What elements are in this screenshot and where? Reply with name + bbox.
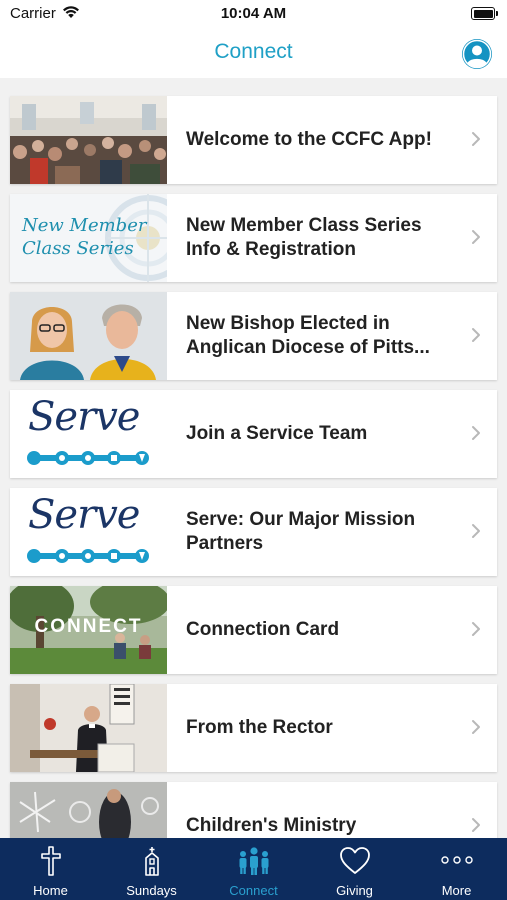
list-item-connection-card[interactable]: CONNECT Connection Card xyxy=(10,586,497,674)
list-item-from-the-rector[interactable]: From the Rector xyxy=(10,684,497,772)
tab-bar: Home Sundays Connect Giving More xyxy=(0,838,507,900)
thumb-title-text: New Member Class Series xyxy=(22,215,147,259)
bishop-couple-photo xyxy=(10,292,167,380)
tab-label: Giving xyxy=(336,883,373,898)
status-bar: Carrier 10:04 AM xyxy=(0,0,507,28)
navigation-bar: Connect xyxy=(0,28,507,78)
person-circle-icon[interactable] xyxy=(462,39,492,69)
tab-connect[interactable]: Connect xyxy=(203,838,304,900)
list-item-mission-partners[interactable]: Serve Serve: Our Major Mission Partners xyxy=(10,488,497,576)
list-item-new-bishop[interactable]: New Bishop Elected in Anglican Diocese o… xyxy=(10,292,497,380)
list-item-label: Connection Card xyxy=(186,619,340,640)
serve-icon-strip xyxy=(27,549,149,563)
tab-label: Home xyxy=(33,883,68,898)
tab-giving[interactable]: Giving xyxy=(304,838,405,900)
chevron-right-icon xyxy=(472,524,480,538)
serve-wordmark: Serve xyxy=(28,394,140,440)
cross-icon xyxy=(0,846,101,876)
tab-label: Connect xyxy=(229,883,278,898)
heart-icon xyxy=(304,846,405,876)
church-icon xyxy=(101,846,202,876)
list-item-label: Children's Ministry xyxy=(186,815,357,836)
battery-icon xyxy=(471,7,498,20)
chevron-right-icon xyxy=(472,230,480,244)
list-item-label: Welcome to the CCFC App! xyxy=(186,129,432,150)
connect-overlay-text: CONNECT xyxy=(34,616,143,637)
tab-label: Sundays xyxy=(126,883,177,898)
connect-photo: CONNECT xyxy=(10,586,167,674)
congregation-photo xyxy=(10,96,167,184)
content-list: Welcome to the CCFC App! New Member Clas… xyxy=(0,78,507,838)
list-item-label: New Bishop Elected in Anglican Diocese o… xyxy=(186,313,430,358)
rector-pulpit-photo xyxy=(10,684,167,772)
more-dots-icon xyxy=(406,846,507,876)
serve-icon-strip xyxy=(27,451,149,465)
serve-logo: Serve xyxy=(10,488,167,576)
list-item-childrens-ministry[interactable]: Children's Ministry xyxy=(10,782,497,838)
tab-label: More xyxy=(441,883,472,898)
list-item-label: Serve: Our Major Mission Partners xyxy=(186,509,416,554)
clock-time: 10:04 AM xyxy=(220,5,287,22)
list-item-label: New Member Class Series Info & Registrat… xyxy=(186,215,422,260)
list-item-new-member-class[interactable]: New Member Class Series New Member Class… xyxy=(10,194,497,282)
serve-logo: Serve xyxy=(10,390,167,478)
chalk-drawing-photo xyxy=(10,782,167,838)
chevron-right-icon xyxy=(472,132,480,146)
page-title: Connect xyxy=(214,40,293,63)
serve-wordmark: Serve xyxy=(28,492,140,538)
new-member-class-series-graphic: New Member Class Series xyxy=(10,194,167,282)
people-icon xyxy=(203,846,304,876)
list-item-join-service-team[interactable]: Serve Join a Service Team xyxy=(10,390,497,478)
tab-home[interactable]: Home xyxy=(0,838,101,900)
chevron-right-icon xyxy=(472,328,480,342)
list-item-label: From the Rector xyxy=(186,717,333,738)
chevron-right-icon xyxy=(472,622,480,636)
list-item-label: Join a Service Team xyxy=(186,423,368,444)
chevron-right-icon xyxy=(472,818,480,832)
tab-sundays[interactable]: Sundays xyxy=(101,838,202,900)
person-glyph xyxy=(462,39,492,69)
chevron-right-icon xyxy=(472,426,480,440)
list-item-welcome[interactable]: Welcome to the CCFC App! xyxy=(10,96,497,184)
chevron-right-icon xyxy=(472,720,480,734)
tab-more[interactable]: More xyxy=(406,838,507,900)
